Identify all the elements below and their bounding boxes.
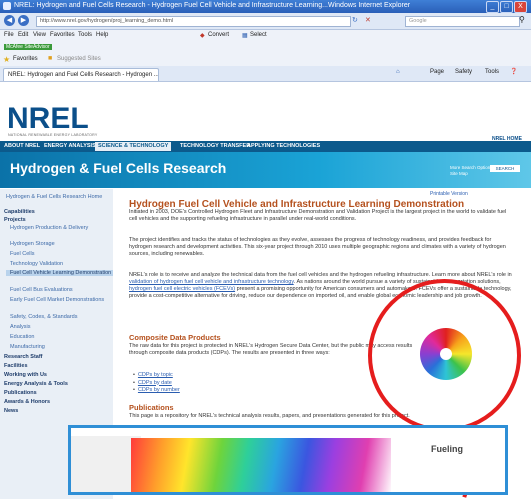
highlight-circle [368, 279, 521, 432]
ie-icon [3, 2, 11, 10]
minimize-button[interactable]: _ [486, 1, 499, 13]
close-button[interactable]: X [514, 1, 527, 13]
site-search-button[interactable]: SEARCH [490, 165, 520, 172]
publications-heading: Publications [129, 403, 174, 412]
tools-menu[interactable]: Tools [485, 69, 499, 75]
sidebar-item-fuel-cells[interactable]: Fuel Cells [10, 251, 34, 257]
banner-title: Hydrogen & Fuel Cells Research [10, 160, 227, 176]
intro-paragraph: Initiated in 2003, DOE's Controlled Hydr… [129, 209, 507, 222]
page-menu[interactable]: Page [430, 69, 444, 75]
printable-version-link[interactable]: Printable Version [430, 191, 468, 197]
suggested-sites-icon: ■ [48, 55, 53, 62]
menu-tools[interactable]: Tools [78, 32, 92, 38]
status-paragraph: The project identifies and tracks the st… [129, 237, 506, 257]
maximize-button[interactable]: □ [500, 1, 513, 13]
refresh-icon[interactable]: ↻ [352, 16, 358, 24]
stop-icon[interactable]: ✕ [365, 16, 371, 24]
help-icon[interactable]: ❓ [510, 68, 517, 75]
sidebar-item-production[interactable]: Hydrogen Production & Delivery [10, 225, 88, 231]
composite-data-products-heading: Composite Data Products [129, 333, 221, 342]
back-icon[interactable]: ◀ [4, 15, 15, 26]
sidebar-item-projects[interactable]: Projects [4, 217, 26, 223]
sidebar-item-tech-validation[interactable]: Technology Validation [10, 261, 63, 267]
nrel-logo[interactable]: NREL [7, 102, 89, 136]
safety-menu[interactable]: Safety [455, 69, 472, 75]
cdp-link-list: CDPs by topic CDPs by date CDPs by numbe… [138, 372, 180, 395]
zoom-color-wheel-detail [131, 438, 391, 492]
sidebar-item-analysis[interactable]: Analysis [10, 324, 30, 330]
siteadvisor-button[interactable]: McAfee SiteAdvisor [4, 44, 52, 50]
window-title: NREL: Hydrogen and Fuel Cells Research -… [14, 2, 411, 9]
cdp-by-number-link[interactable]: CDPs by number [138, 387, 180, 395]
zoom-callout: Fueling [68, 425, 508, 495]
sidebar-item-publications[interactable]: Publications [4, 390, 37, 396]
sidebar-item-early-markets[interactable]: Early Fuel Cell Market Demonstrations [10, 297, 104, 303]
menu-favorites[interactable]: Favorites [50, 32, 75, 38]
cdp-by-topic-link[interactable]: CDPs by topic [138, 372, 180, 380]
nrel-role-text-1: NREL's role is to receive and analyze th… [129, 272, 512, 278]
zoom-fueling-label: Fueling [431, 444, 463, 454]
sidebar-item-energy-analysis[interactable]: Energy Analysis & Tools [4, 381, 68, 387]
sidebar-item-storage[interactable]: Hydrogen Storage [10, 241, 55, 247]
nav-applying-technologies[interactable]: APPLYING TECHNOLOGIES [247, 143, 320, 149]
sidebar-item-education[interactable]: Education [10, 334, 34, 340]
top-navigation: ABOUT NREL ENERGY ANALYSIS SCIENCE & TEC… [0, 141, 531, 152]
sidebar-item-working-with-us[interactable]: Working with Us [4, 372, 47, 378]
sidebar-item-research-staff[interactable]: Research Staff [4, 354, 43, 360]
favorites-button[interactable]: Favorites [13, 56, 38, 62]
sidebar-item-capabilities[interactable]: Capabilities [4, 209, 35, 215]
sidebar-item-learning-demo[interactable]: Fuel Cell Vehicle Learning Demonstration [6, 270, 113, 276]
nav-about-nrel[interactable]: ABOUT NREL [4, 143, 40, 149]
menu-edit[interactable]: Edit [18, 32, 28, 38]
home-icon[interactable]: ⌂ [396, 69, 400, 75]
favorites-star-icon[interactable]: ★ [3, 55, 10, 64]
publications-paragraph: This page is a repository for NREL's tec… [129, 413, 410, 419]
search-input[interactable]: Google [405, 16, 520, 27]
menu-help[interactable]: Help [96, 32, 108, 38]
search-icon[interactable]: ⚲ [519, 15, 525, 24]
menu-file[interactable]: File [4, 32, 14, 38]
forward-icon[interactable]: ▶ [18, 15, 29, 26]
select-button[interactable]: Select [250, 32, 267, 38]
suggested-sites-link[interactable]: Suggested Sites [57, 56, 101, 62]
url-input[interactable]: http://www.nrel.gov/hydrogen/proj_learni… [36, 16, 351, 27]
sidebar-item-home[interactable]: Hydrogen & Fuel Cells Research Home [6, 194, 102, 200]
banner: Hydrogen & Fuel Cells Research More Sear… [0, 152, 531, 188]
nav-technology-transfer[interactable]: TECHNOLOGY TRANSFER [180, 143, 250, 149]
sidebar-item-news[interactable]: News [4, 408, 18, 414]
menu-view[interactable]: View [33, 32, 46, 38]
banner-links: More Search Options Site Map [450, 165, 493, 177]
sidebar-item-manufacturing[interactable]: Manufacturing [10, 344, 45, 350]
validation-link[interactable]: validation of hydrogen fuel cell vehicle… [129, 279, 294, 285]
window-title-bar: NREL: Hydrogen and Fuel Cells Research -… [0, 0, 531, 13]
site-map-link[interactable]: Site Map [450, 171, 493, 177]
nav-science-technology[interactable]: SCIENCE & TECHNOLOGY [95, 142, 172, 151]
sidebar-item-facilities[interactable]: Facilities [4, 363, 28, 369]
sidebar-item-bus-evaluations[interactable]: Fuel Cell Bus Evaluations [10, 287, 73, 293]
sidebar-item-awards[interactable]: Awards & Honors [4, 399, 50, 405]
select-icon[interactable]: ▦ [242, 32, 248, 39]
cdp-by-date-link[interactable]: CDPs by date [138, 380, 180, 388]
tab-bar: NREL: Hydrogen and Fuel Cells Research -… [0, 66, 531, 82]
sidebar-item-safety-codes[interactable]: Safety, Codes, & Standards [10, 314, 77, 320]
convert-button[interactable]: Convert [208, 32, 229, 38]
nrel-logo-subtitle: NATIONAL RENEWABLE ENERGY LABORATORY [8, 133, 98, 137]
nav-energy-analysis[interactable]: ENERGY ANALYSIS [44, 143, 96, 149]
address-bar: ◀ ▶ http://www.nrel.gov/hydrogen/proj_le… [0, 13, 531, 30]
tab-nrel[interactable]: NREL: Hydrogen and Fuel Cells Research -… [3, 68, 159, 81]
convert-icon[interactable]: ◆ [200, 32, 205, 39]
fcev-link[interactable]: hydrogen fuel cell electric vehicles (FC… [129, 286, 235, 292]
